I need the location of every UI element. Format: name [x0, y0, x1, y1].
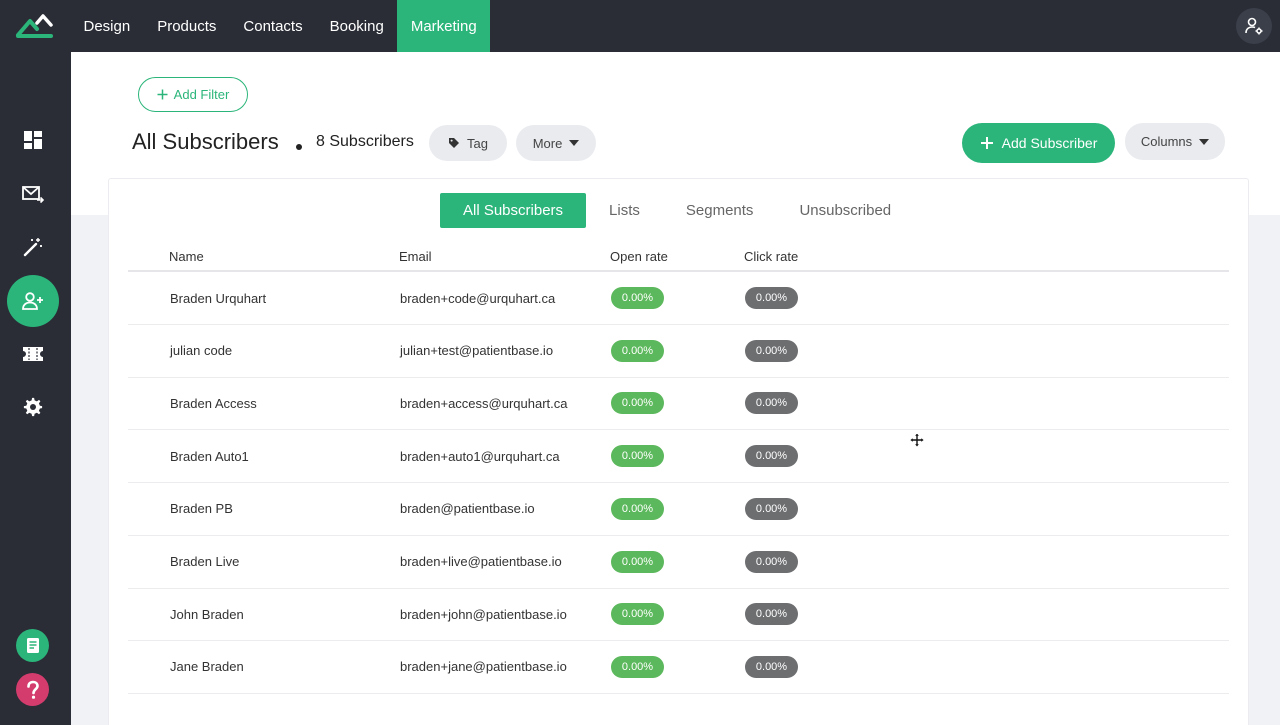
page-title: All Subscribers [132, 129, 279, 154]
caret-down-icon [1199, 138, 1210, 145]
tag-button[interactable]: Tag [429, 125, 507, 161]
mail-forward-icon [22, 186, 44, 204]
column-header-email[interactable]: Email [399, 249, 432, 264]
open-rate-badge: 0.00% [611, 550, 664, 573]
column-header-click-rate[interactable]: Click rate [744, 249, 798, 264]
open-rate-badge: 0.00% [611, 392, 664, 415]
gear-icon [23, 397, 43, 417]
click-rate-badge: 0.00% [745, 655, 798, 678]
user-settings-button[interactable] [1236, 8, 1272, 44]
sidebar-item-tickets[interactable] [7, 328, 59, 380]
subscriber-email: braden+auto1@urquhart.ca [400, 448, 560, 464]
plus-icon [980, 137, 993, 149]
table-row[interactable]: John Braden braden+john@patientbase.io 0.0… [128, 588, 1229, 642]
subscriber-name[interactable]: Braden Access [170, 377, 257, 429]
open-rate-badge: 0.00% [611, 603, 664, 626]
plus-icon [157, 89, 168, 100]
magic-wand-icon [23, 238, 42, 257]
subscriber-name[interactable]: Braden Live [170, 536, 239, 588]
columns-label: Columns [1140, 134, 1193, 149]
nav-booking[interactable]: Booking [316, 0, 397, 52]
column-header-name[interactable]: Name [169, 249, 204, 264]
subscriber-email: julian+test@patientbase.io [400, 343, 554, 359]
subscriber-email: braden@patientbase.io [400, 501, 535, 517]
subscriber-name[interactable]: Jane Braden [170, 641, 244, 693]
table-row[interactable]: Braden Auto1 braden+auto1@urquhart.ca 0.00… [128, 430, 1229, 484]
click-rate-badge: 0.00% [745, 392, 798, 415]
subscriber-count: 8 Subscribers [316, 133, 414, 150]
tab-lists[interactable]: Lists [586, 193, 663, 228]
more-dropdown[interactable]: More [516, 125, 596, 161]
notes-button[interactable] [16, 629, 49, 662]
tab-segments[interactable]: Segments [663, 193, 777, 228]
add-filter-label: Add Filter [173, 87, 230, 102]
subscriber-name[interactable]: Braden Auto1 [170, 430, 249, 482]
logo-icon [16, 14, 53, 38]
subscriber-email: braden+code@urquhart.ca [400, 290, 556, 306]
subscriber-name[interactable]: John Braden [170, 588, 244, 640]
click-rate-badge: 0.00% [745, 603, 798, 626]
nav-design[interactable]: Design [70, 0, 144, 52]
columns-dropdown[interactable]: Columns [1125, 123, 1225, 160]
tab-unsubscribed[interactable]: Unsubscribed [776, 193, 914, 228]
move-cursor-icon [910, 433, 924, 447]
ticket-icon [23, 347, 43, 361]
subscriber-email: braden+jane@patientbase.io [400, 659, 567, 675]
sidebar-item-automation[interactable] [7, 221, 59, 273]
sidebar [0, 52, 71, 725]
help-icon [26, 680, 39, 699]
open-rate-badge: 0.00% [611, 497, 664, 520]
notes-icon [26, 637, 39, 653]
sidebar-item-mail[interactable] [7, 168, 59, 220]
nav-products[interactable]: Products [144, 0, 230, 52]
click-rate-badge: 0.00% [745, 550, 798, 573]
subscriber-name[interactable]: julian code [170, 325, 232, 377]
nav-contacts[interactable]: Contacts [230, 0, 316, 52]
subscriber-name[interactable]: Braden Urquhart [170, 272, 266, 324]
nav-marketing[interactable]: Marketing [397, 0, 491, 52]
table-row[interactable]: Braden Live braden+live@patientbase.io 0.0… [128, 536, 1229, 589]
add-subscriber-label: Add Subscriber [1001, 135, 1098, 151]
more-label: More [532, 135, 563, 151]
user-settings-icon [1245, 17, 1263, 35]
click-rate-badge: 0.00% [745, 287, 798, 309]
column-header-open-rate[interactable]: Open rate [610, 249, 668, 264]
top-navbar: Design Products Contacts Booking Marketi… [0, 0, 1280, 52]
table-row[interactable]: Braden Access braden+access@urquhart.ca 0.… [128, 377, 1229, 431]
help-button[interactable] [16, 673, 49, 706]
sidebar-item-dashboard[interactable] [7, 114, 59, 166]
subscriber-email: braden+john@patientbase.io [400, 606, 567, 622]
open-rate-badge: 0.00% [611, 287, 664, 309]
subscriber-name[interactable]: Braden PB [170, 483, 233, 535]
subscriber-email: braden+access@urquhart.ca [400, 395, 568, 411]
open-rate-badge: 0.00% [611, 655, 664, 678]
dashboard-icon [24, 131, 42, 149]
caret-down-icon [569, 140, 580, 146]
subscriber-email: braden+live@patientbase.io [400, 554, 562, 569]
open-rate-badge: 0.00% [611, 339, 664, 362]
click-rate-badge: 0.00% [745, 445, 798, 468]
table-row[interactable]: Jane Braden braden+jane@patientbase.io 0.0… [128, 641, 1229, 694]
tab-all-subscribers[interactable]: All Subscribers [440, 193, 587, 228]
subscriber-tabs: All Subscribers Lists Segments Unsubscri… [440, 193, 914, 228]
tag-icon [449, 138, 460, 148]
table-row[interactable]: Braden PB braden@patientbase.io 0.00% 0.00% [128, 483, 1229, 536]
table-row[interactable]: julian code julian+test@patientbase.io 0.0… [128, 325, 1229, 378]
open-rate-badge: 0.00% [611, 445, 664, 468]
click-rate-badge: 0.00% [745, 339, 798, 362]
sidebar-item-subscribers[interactable] [7, 275, 59, 327]
sidebar-item-settings[interactable] [7, 381, 59, 433]
tag-label: Tag [467, 135, 488, 151]
add-user-icon [22, 292, 43, 310]
click-rate-badge: 0.00% [745, 497, 798, 520]
add-filter-button[interactable]: Add Filter [138, 77, 248, 112]
separator-dot [296, 144, 302, 150]
table-row[interactable]: Braden Urquhart braden+code@urquhart.ca 0.… [128, 272, 1229, 325]
app-logo[interactable] [0, 0, 70, 52]
add-subscriber-button[interactable]: Add Subscriber [962, 123, 1115, 163]
